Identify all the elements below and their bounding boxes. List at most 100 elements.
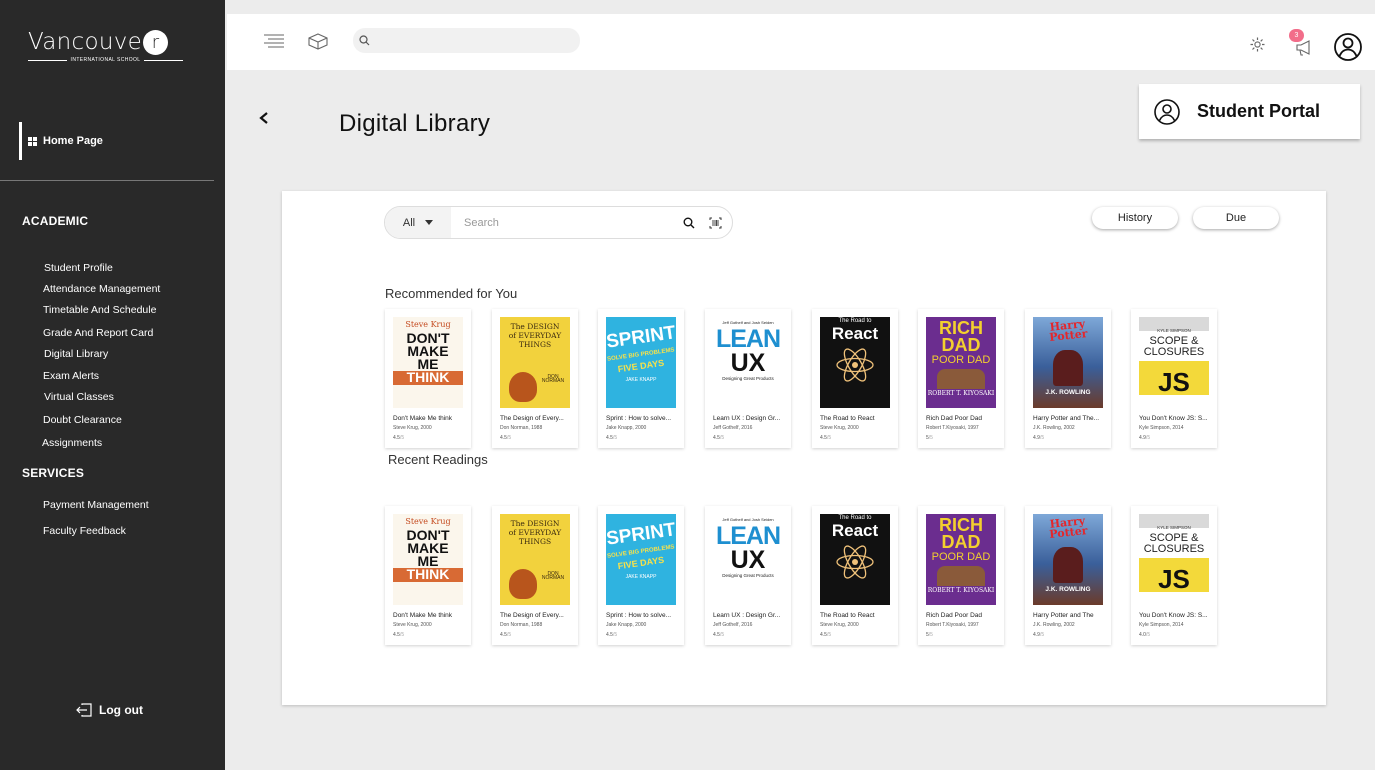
book-rating-value: 4.5 xyxy=(713,435,720,441)
book-card[interactable]: Harry Potter J.K. ROWLING Harry Potter a… xyxy=(1025,309,1111,448)
due-button[interactable]: Due xyxy=(1193,207,1279,229)
book-card[interactable]: SPRINT SOLVE BIG PROBLEMS FIVE DAYS JAKE… xyxy=(598,506,684,645)
book-card[interactable]: Steve Krug DON'T MAKE ME THINK Don't Mak… xyxy=(385,506,471,645)
book-cover-image: KYLE SIMPSON SCOPE & CLOSURES JS xyxy=(1139,317,1209,408)
book-card[interactable]: Harry Potter J.K. ROWLING Harry Potter a… xyxy=(1025,506,1111,645)
book-title: You Don't Know JS: S... xyxy=(1139,612,1208,619)
logo-subtitle: INTERNATIONAL SCHOOL xyxy=(70,57,141,63)
sidebar-item-assignments[interactable]: Assignments xyxy=(42,437,102,449)
recommended-heading: Recommended for You xyxy=(385,286,518,301)
sidebar-item-faculty-feedback[interactable]: Faculty Feedback xyxy=(43,525,126,537)
book-card[interactable]: SPRINT SOLVE BIG PROBLEMS FIVE DAYS JAKE… xyxy=(598,309,684,448)
book-rating-value: 4.0 xyxy=(1139,632,1146,638)
book-cover-image: Steve Krug DON'T MAKE ME THINK xyxy=(393,514,463,605)
book-card[interactable]: The DESIGN of EVERYDAY THINGS DON NORMAN… xyxy=(492,309,578,448)
book-card[interactable]: KYLE SIMPSON SCOPE & CLOSURES JS You Don… xyxy=(1131,506,1217,645)
book-cover-image: The DESIGN of EVERYDAY THINGS DON NORMAN xyxy=(500,317,570,408)
sidebar-item-virtual-classes[interactable]: Virtual Classes xyxy=(44,391,114,403)
book-rating: 5/5 xyxy=(926,435,933,441)
menu-icon[interactable] xyxy=(264,34,284,49)
sidebar-item-attendance[interactable]: Attendance Management xyxy=(43,283,160,295)
book-card[interactable]: The Road to React The Road to React Stev… xyxy=(812,506,898,645)
book-rating-value: 4.5 xyxy=(606,435,613,441)
user-profile-icon[interactable] xyxy=(1333,32,1363,62)
book-rating: 4.5/5 xyxy=(713,435,724,441)
recent-heading: Recent Readings xyxy=(388,452,488,467)
top-bar: 3 xyxy=(227,14,1375,70)
book-rating-scale: /5 xyxy=(719,435,725,441)
book-card[interactable]: RICH DAD POOR DAD ROBERT T. KIYOSAKI Ric… xyxy=(918,506,1004,645)
sidebar-item-student-profile[interactable]: Student Profile xyxy=(44,262,113,274)
back-arrow-icon[interactable] xyxy=(254,107,274,129)
book-title: Harry Potter and The xyxy=(1033,612,1094,619)
book-cover-image: RICH DAD POOR DAD ROBERT T. KIYOSAKI xyxy=(926,317,996,408)
book-card[interactable]: Jeff Gothelf and Josh Seiden LEAN UX Des… xyxy=(705,309,791,448)
book-title: The Design of Every... xyxy=(500,415,564,422)
book-author: Robert T.Kiyosaki, 1997 xyxy=(926,622,979,628)
sidebar-item-home[interactable]: Home Page xyxy=(19,122,209,160)
logout-icon xyxy=(76,703,92,717)
search-icon[interactable] xyxy=(683,217,695,229)
book-rating-value: 4.5 xyxy=(500,435,507,441)
book-title: Don't Make Me think xyxy=(393,612,453,619)
book-rating: 4.5/5 xyxy=(820,632,831,638)
book-author: Steve Krug, 2000 xyxy=(820,622,859,628)
top-search-input[interactable] xyxy=(353,28,580,53)
sidebar-item-doubt-clearance[interactable]: Doubt Clearance xyxy=(43,414,122,426)
library-search-input[interactable]: Search xyxy=(451,217,683,229)
sidebar-item-digital-library[interactable]: Digital Library xyxy=(44,348,108,360)
library-panel: All Search History Due Recommended for Y… xyxy=(282,191,1326,705)
book-cover-image: Jeff Gothelf and Josh Seiden LEAN UX Des… xyxy=(713,317,783,408)
book-card[interactable]: The Road to React The Road to React Stev… xyxy=(812,309,898,448)
book-title: Harry Potter and The... xyxy=(1033,415,1099,422)
book-card[interactable]: RICH DAD POOR DAD ROBERT T. KIYOSAKI Ric… xyxy=(918,309,1004,448)
book-title: Sprint : How to solve... xyxy=(606,415,672,422)
history-button[interactable]: History xyxy=(1092,207,1178,229)
book-rating-value: 4.5 xyxy=(713,632,720,638)
book-rating: 4.5/5 xyxy=(393,435,404,441)
book-author: Robert T.Kiyosaki, 1997 xyxy=(926,425,979,431)
sidebar-divider xyxy=(0,180,214,181)
sidebar: Vancouve r INTERNATIONAL SCHOOL Home Page… xyxy=(0,0,225,770)
student-portal-button[interactable]: Student Portal xyxy=(1139,84,1360,139)
settings-gear-icon[interactable] xyxy=(1249,36,1266,53)
category-filter-value: All xyxy=(402,216,416,229)
cube-icon[interactable] xyxy=(308,33,328,50)
logo-text: Vancouve xyxy=(28,29,143,55)
book-author: Jeff Gothelf, 2016 xyxy=(713,622,753,628)
book-rating-value: 4.5 xyxy=(820,632,827,638)
book-author: Jake Knapp, 2000 xyxy=(606,622,647,628)
book-title: Rich Dad Poor Dad xyxy=(926,612,982,619)
book-title: The Road to React xyxy=(820,612,875,619)
sidebar-item-grades[interactable]: Grade And Report Card xyxy=(43,327,153,339)
book-rating-scale: /5 xyxy=(612,435,618,441)
book-rating: 4.9/5 xyxy=(1033,435,1044,441)
book-rating-value: 4.5 xyxy=(500,632,507,638)
sidebar-item-exam-alerts[interactable]: Exam Alerts xyxy=(43,370,99,382)
book-cover-image: KYLE SIMPSON SCOPE & CLOSURES JS xyxy=(1139,514,1209,605)
library-search-bar: All Search xyxy=(384,206,733,239)
book-rating-value: 4.9 xyxy=(1033,632,1040,638)
dashboard-grid-icon xyxy=(28,136,37,146)
book-cover-image: Harry Potter J.K. ROWLING xyxy=(1033,317,1103,408)
book-author: Jeff Gothelf, 2016 xyxy=(713,425,753,431)
category-filter-dropdown[interactable]: All xyxy=(385,207,451,238)
book-rating-scale: /5 xyxy=(1039,435,1045,441)
book-rating-scale: /5 xyxy=(719,632,725,638)
book-author: Steve Krug, 2000 xyxy=(393,425,432,431)
sidebar-item-payment[interactable]: Payment Management xyxy=(43,499,149,511)
book-author: Kyle Simpson, 2014 xyxy=(1139,622,1184,628)
book-card[interactable]: Steve Krug DON'T MAKE ME THINK Don't Mak… xyxy=(385,309,471,448)
barcode-scan-icon[interactable] xyxy=(709,217,722,229)
book-title: Don't Make Me think xyxy=(393,415,453,422)
book-cover-image: SPRINT SOLVE BIG PROBLEMS FIVE DAYS JAKE… xyxy=(606,317,676,408)
book-card[interactable]: Jeff Gothelf and Josh Seiden LEAN UX Des… xyxy=(705,506,791,645)
book-rating: 4.5/5 xyxy=(393,632,404,638)
book-card[interactable]: The DESIGN of EVERYDAY THINGS DON NORMAN… xyxy=(492,506,578,645)
caret-down-icon xyxy=(425,220,434,225)
sidebar-item-timetable[interactable]: Timetable And Schedule xyxy=(43,304,156,316)
book-card[interactable]: KYLE SIMPSON SCOPE & CLOSURES JS You Don… xyxy=(1131,309,1217,448)
logout-button[interactable]: Log out xyxy=(76,703,143,717)
section-academic: ACADEMIC xyxy=(22,214,89,228)
school-logo[interactable]: Vancouve r INTERNATIONAL SCHOOL xyxy=(28,29,184,69)
